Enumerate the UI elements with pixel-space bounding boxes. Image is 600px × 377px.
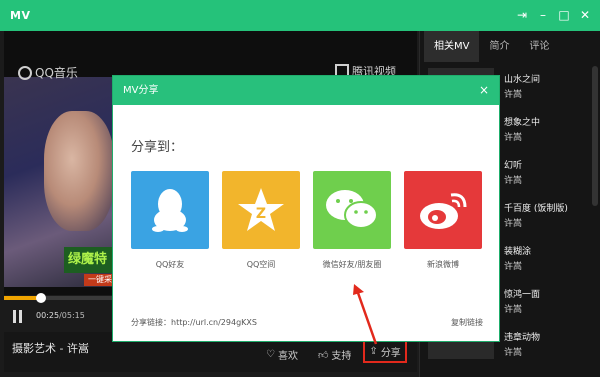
- mv-title: 想象之中: [504, 118, 541, 128]
- share-option-label: QQ好友: [155, 260, 185, 269]
- mv-title: 千百度 (饭制版): [504, 204, 568, 214]
- current-time: 00:25: [36, 311, 60, 320]
- wechat-icon: [326, 190, 378, 229]
- share-icon: ⇪: [369, 346, 378, 357]
- window-title: MV: [10, 9, 31, 22]
- annotation-arrow: [353, 284, 378, 345]
- share-option-label: 微信好友/朋友圈: [322, 260, 382, 269]
- video-frame-subject: [44, 111, 114, 231]
- pin-icon[interactable]: ⇥: [513, 5, 531, 25]
- share-link-text: 分享链接：http://url.cn/294gKXS: [131, 318, 257, 327]
- video-banner: 绿魔特: [64, 247, 118, 273]
- action-group: ♡ 喜欢 👍︎ 支持 ⇪ 分享: [256, 340, 407, 366]
- share-weibo-button[interactable]: 新浪微博: [404, 171, 482, 269]
- mv-title: 惊鸿一面: [504, 290, 541, 300]
- heart-icon: ♡: [266, 349, 275, 360]
- total-time: /05:15: [59, 311, 85, 320]
- close-icon[interactable]: ✕: [576, 5, 594, 25]
- pause-button[interactable]: [12, 310, 24, 323]
- time-display: 00:25/05:15: [36, 311, 85, 320]
- share-option-label: QQ空间: [246, 260, 276, 269]
- tab-comments[interactable]: 评论: [519, 31, 559, 62]
- dialog-title: MV分享: [123, 85, 159, 96]
- song-title: 摄影艺术 - 许嵩: [12, 342, 89, 355]
- svg-text:Z: Z: [256, 206, 266, 222]
- tab-intro[interactable]: 简介: [479, 31, 519, 62]
- mv-artist: 许嵩: [504, 90, 523, 100]
- mv-artist: 许嵩: [504, 262, 523, 272]
- mv-artist: 许嵩: [504, 176, 523, 186]
- share-options: QQ好友 Z QQ空间 微信好友/朋友圈 新浪微博: [131, 171, 482, 269]
- close-icon[interactable]: ×: [479, 76, 489, 105]
- mv-title: 违章动物: [504, 333, 541, 343]
- thumbs-up-icon: 👍︎: [317, 349, 329, 361]
- weibo-icon: [420, 193, 467, 229]
- tab-related-mv[interactable]: 相关MV: [424, 31, 480, 62]
- share-qq-friend-button[interactable]: QQ好友: [131, 171, 209, 269]
- side-tabs: 相关MV 简介 评论: [420, 31, 600, 62]
- share-qzone-button[interactable]: Z QQ空间: [222, 171, 300, 269]
- share-wechat-button[interactable]: 微信好友/朋友圈: [313, 171, 391, 269]
- title-bar: MV ⇥ – □ ✕: [0, 0, 600, 31]
- mv-artist: 许嵩: [504, 348, 523, 358]
- scrollbar[interactable]: [592, 66, 598, 206]
- share-option-label: 新浪微博: [427, 260, 459, 269]
- mv-title: 幻听: [504, 161, 523, 171]
- mv-artist: 许嵩: [504, 133, 523, 143]
- mv-artist: 许嵩: [504, 219, 523, 229]
- support-button[interactable]: 👍︎ 支持: [308, 343, 361, 366]
- qzone-star-icon: Z: [238, 188, 284, 231]
- mv-artist: 许嵩: [504, 305, 523, 315]
- mv-title: 装糊涂: [504, 247, 532, 257]
- like-button[interactable]: ♡ 喜欢: [256, 343, 308, 366]
- copy-link-button[interactable]: 复制链接: [451, 317, 483, 328]
- share-dialog: MV分享 × 分享到： QQ好友 Z QQ空间 微信好友/朋友圈 新浪微博 分享…: [112, 75, 500, 342]
- qq-penguin-icon: [152, 189, 188, 232]
- maximize-icon[interactable]: □: [555, 5, 573, 25]
- minimize-icon[interactable]: –: [534, 5, 552, 25]
- mv-title: 山水之间: [504, 75, 541, 85]
- qq-music-logo: QQ音乐: [18, 64, 78, 81]
- share-heading: 分享到：: [131, 140, 184, 155]
- window-controls: ⇥ – □ ✕: [513, 5, 594, 25]
- dialog-title-bar: MV分享 ×: [113, 76, 499, 105]
